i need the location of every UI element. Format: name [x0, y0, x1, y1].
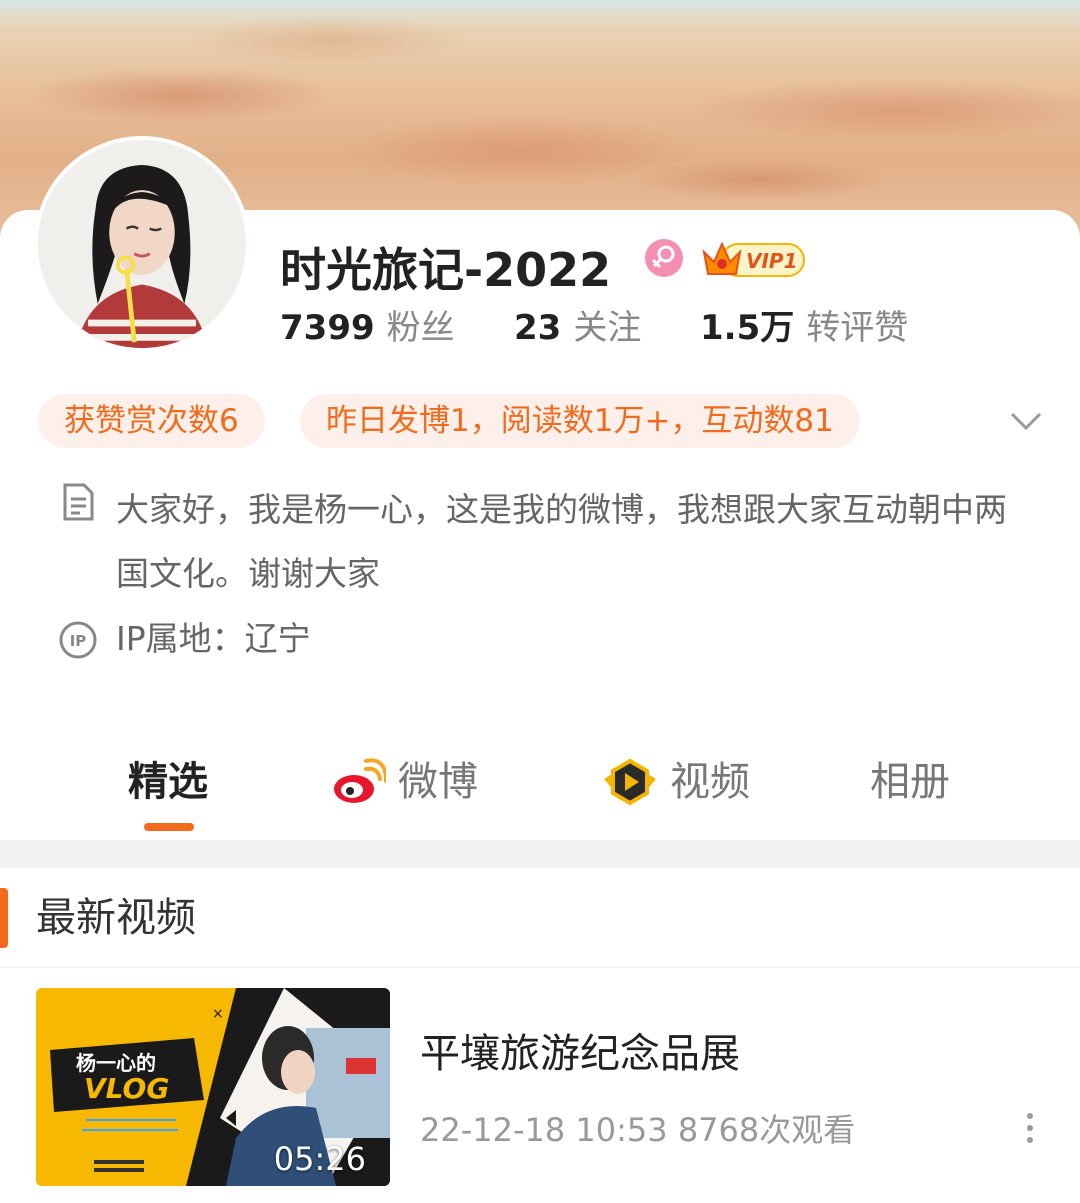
- stat-following[interactable]: 23 关注: [514, 300, 642, 348]
- video-play-icon: [604, 758, 656, 806]
- stat-label: 转评赞: [806, 308, 909, 348]
- video-duration: 05:26: [273, 1140, 366, 1178]
- more-options-icon[interactable]: [1018, 1110, 1042, 1146]
- tab-label: 视频: [670, 759, 750, 805]
- tab-weibo[interactable]: 微博: [330, 754, 478, 810]
- video-item[interactable]: 杨一心的 VLOG × 05:26 平壤旅游纪念品展 22-12-18 10:5…: [0, 968, 1080, 1203]
- tab-video[interactable]: 视频: [602, 754, 750, 810]
- tab-album[interactable]: 相册: [870, 754, 950, 810]
- tab-label: 相册: [870, 759, 950, 805]
- vip-badge[interactable]: VIP1: [700, 236, 806, 280]
- document-icon: [63, 483, 94, 521]
- section-title: 最新视频: [36, 895, 196, 941]
- tab-featured[interactable]: 精选: [128, 754, 208, 810]
- section-accent-bar: [0, 888, 8, 948]
- tag-activity[interactable]: 昨日发博1，阅读数1万+，互动数81: [300, 394, 860, 448]
- video-meta: 22-12-18 10:53 8768次观看: [420, 1111, 856, 1149]
- stat-value: 23: [514, 308, 562, 348]
- tab-label: 微博: [398, 759, 478, 805]
- stat-followers[interactable]: 7399 粉丝: [280, 300, 455, 348]
- video-title[interactable]: 平壤旅游纪念品展: [420, 1028, 740, 1080]
- chevron-down-icon[interactable]: [1008, 406, 1044, 434]
- stat-label: 粉丝: [386, 308, 455, 348]
- thumb-close-mark: ×: [212, 1006, 224, 1022]
- vip-label: VIP1: [746, 249, 798, 273]
- tag-tips[interactable]: 获赞赏次数6: [38, 394, 265, 448]
- stat-label: 关注: [573, 308, 642, 348]
- ip-location: IP属地：辽宁: [116, 619, 311, 658]
- thumb-vlog-word: VLOG: [84, 1072, 169, 1105]
- stat-interactions[interactable]: 1.5万 转评赞: [700, 300, 909, 348]
- profile-bio: 大家好，我是杨一心，这是我的微博，我想跟大家互动朝中两国文化。谢谢大家: [116, 490, 1007, 593]
- avatar[interactable]: [34, 136, 250, 352]
- section-divider: [0, 840, 1080, 868]
- tab-label: 精选: [128, 759, 208, 805]
- video-thumbnail[interactable]: 杨一心的 VLOG × 05:26: [36, 988, 390, 1186]
- latest-videos-header: 最新视频: [0, 868, 1080, 968]
- stat-value: 1.5万: [700, 308, 795, 348]
- profile-tabs: 精选 微博 视频 相册: [0, 740, 1080, 840]
- weibo-icon: [334, 758, 386, 803]
- tab-active-indicator: [144, 823, 194, 831]
- stat-value: 7399: [280, 308, 375, 348]
- svg-text:IP: IP: [70, 632, 87, 650]
- ip-location-icon: IP: [59, 621, 97, 659]
- profile-name: 时光旅记-2022: [280, 243, 612, 297]
- female-gender-icon: [645, 239, 683, 277]
